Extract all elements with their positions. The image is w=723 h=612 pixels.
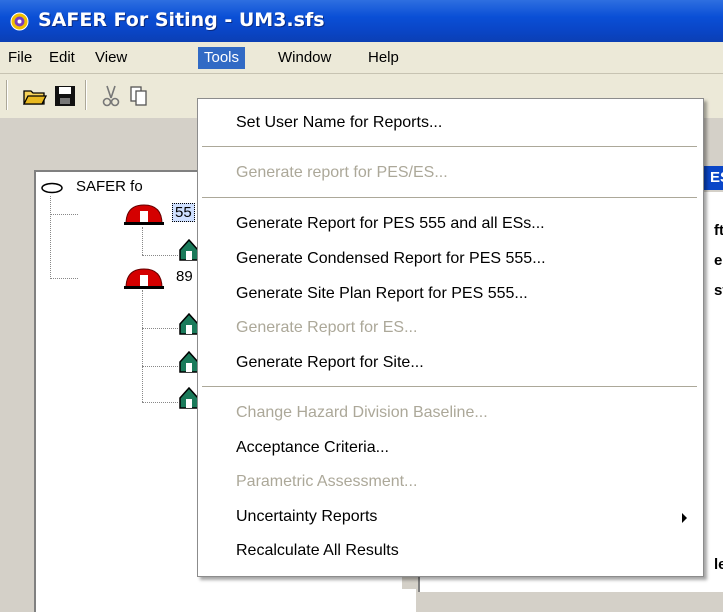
- uncertainty-reports-label: Uncertainty Reports: [236, 508, 378, 525]
- menu-separator: [202, 386, 697, 387]
- menu-item-report-site[interactable]: Generate Report for Site...: [199, 348, 702, 378]
- menu-help[interactable]: Help: [362, 47, 405, 69]
- tree-connector: [142, 402, 178, 403]
- details-text-line: le: [714, 556, 723, 573]
- tree-connector: [142, 328, 178, 329]
- save-icon[interactable]: [52, 83, 78, 109]
- menu-window[interactable]: Window: [272, 47, 337, 69]
- menu-item-recalculate-all[interactable]: Recalculate All Results: [199, 536, 702, 566]
- menu-item-set-user-name[interactable]: Set User Name for Reports...: [199, 108, 702, 138]
- tree-connector: [142, 290, 143, 402]
- tools-dropdown-menu: Set User Name for Reports... Generate re…: [197, 98, 704, 577]
- app-icon: [10, 12, 29, 31]
- tree-connector: [50, 278, 78, 279]
- menu-separator: [202, 146, 697, 147]
- tree-connector: [50, 214, 78, 215]
- menu-item-report-pes-555-all-es[interactable]: Generate Report for PES 555 and all ESs.…: [199, 209, 702, 239]
- details-title-text: ES: [710, 169, 723, 186]
- menu-separator: [202, 197, 697, 198]
- menu-bar: File Edit View Tools Window Help: [0, 42, 723, 74]
- pes-node-icon[interactable]: [124, 202, 164, 226]
- open-folder-icon[interactable]: [22, 83, 48, 109]
- site-root-icon: [41, 182, 63, 194]
- menu-item-condensed-report-pes-555[interactable]: Generate Condensed Report for PES 555...: [199, 244, 702, 274]
- tree-connector: [50, 196, 51, 279]
- toolbar-separator: [85, 80, 87, 110]
- tree-connector: [142, 227, 143, 255]
- submenu-arrow-icon: [682, 513, 687, 523]
- toolbar-grip: [6, 80, 8, 110]
- details-text-line: e:: [714, 252, 723, 269]
- menu-tools[interactable]: Tools: [198, 47, 246, 69]
- window-title: SAFER For Siting - UM3.sfs: [38, 9, 325, 31]
- menu-item-report-es: Generate Report for ES...: [236, 319, 418, 336]
- tree-connector: [142, 255, 178, 256]
- details-text-line: sta: [714, 282, 723, 299]
- details-text-line: ft: [714, 222, 723, 239]
- menu-view[interactable]: View: [89, 47, 133, 69]
- tree-node-pes-555[interactable]: 55: [172, 203, 195, 222]
- menu-item-parametric-assessment: Parametric Assessment...: [236, 473, 418, 490]
- title-bar: SAFER For Siting - UM3.sfs: [0, 0, 723, 42]
- tree-node-pes-89[interactable]: 89: [176, 268, 193, 285]
- menu-item-change-hazard-baseline: Change Hazard Division Baseline...: [236, 404, 488, 421]
- menu-item-site-plan-report-pes-555[interactable]: Generate Site Plan Report for PES 555...: [199, 279, 702, 309]
- menu-item-generate-report-pes-es: Generate report for PES/ES...: [236, 164, 448, 181]
- copy-icon[interactable]: [126, 83, 152, 109]
- tree-root-label[interactable]: SAFER fo: [76, 178, 143, 195]
- cut-icon[interactable]: [98, 83, 124, 109]
- tree-connector: [142, 366, 178, 367]
- menu-edit[interactable]: Edit: [43, 47, 81, 69]
- pes-node-icon[interactable]: [124, 266, 164, 290]
- menu-item-uncertainty-reports[interactable]: Uncertainty Reports: [199, 502, 702, 532]
- menu-item-acceptance-criteria[interactable]: Acceptance Criteria...: [199, 433, 702, 463]
- menu-file[interactable]: File: [2, 47, 38, 69]
